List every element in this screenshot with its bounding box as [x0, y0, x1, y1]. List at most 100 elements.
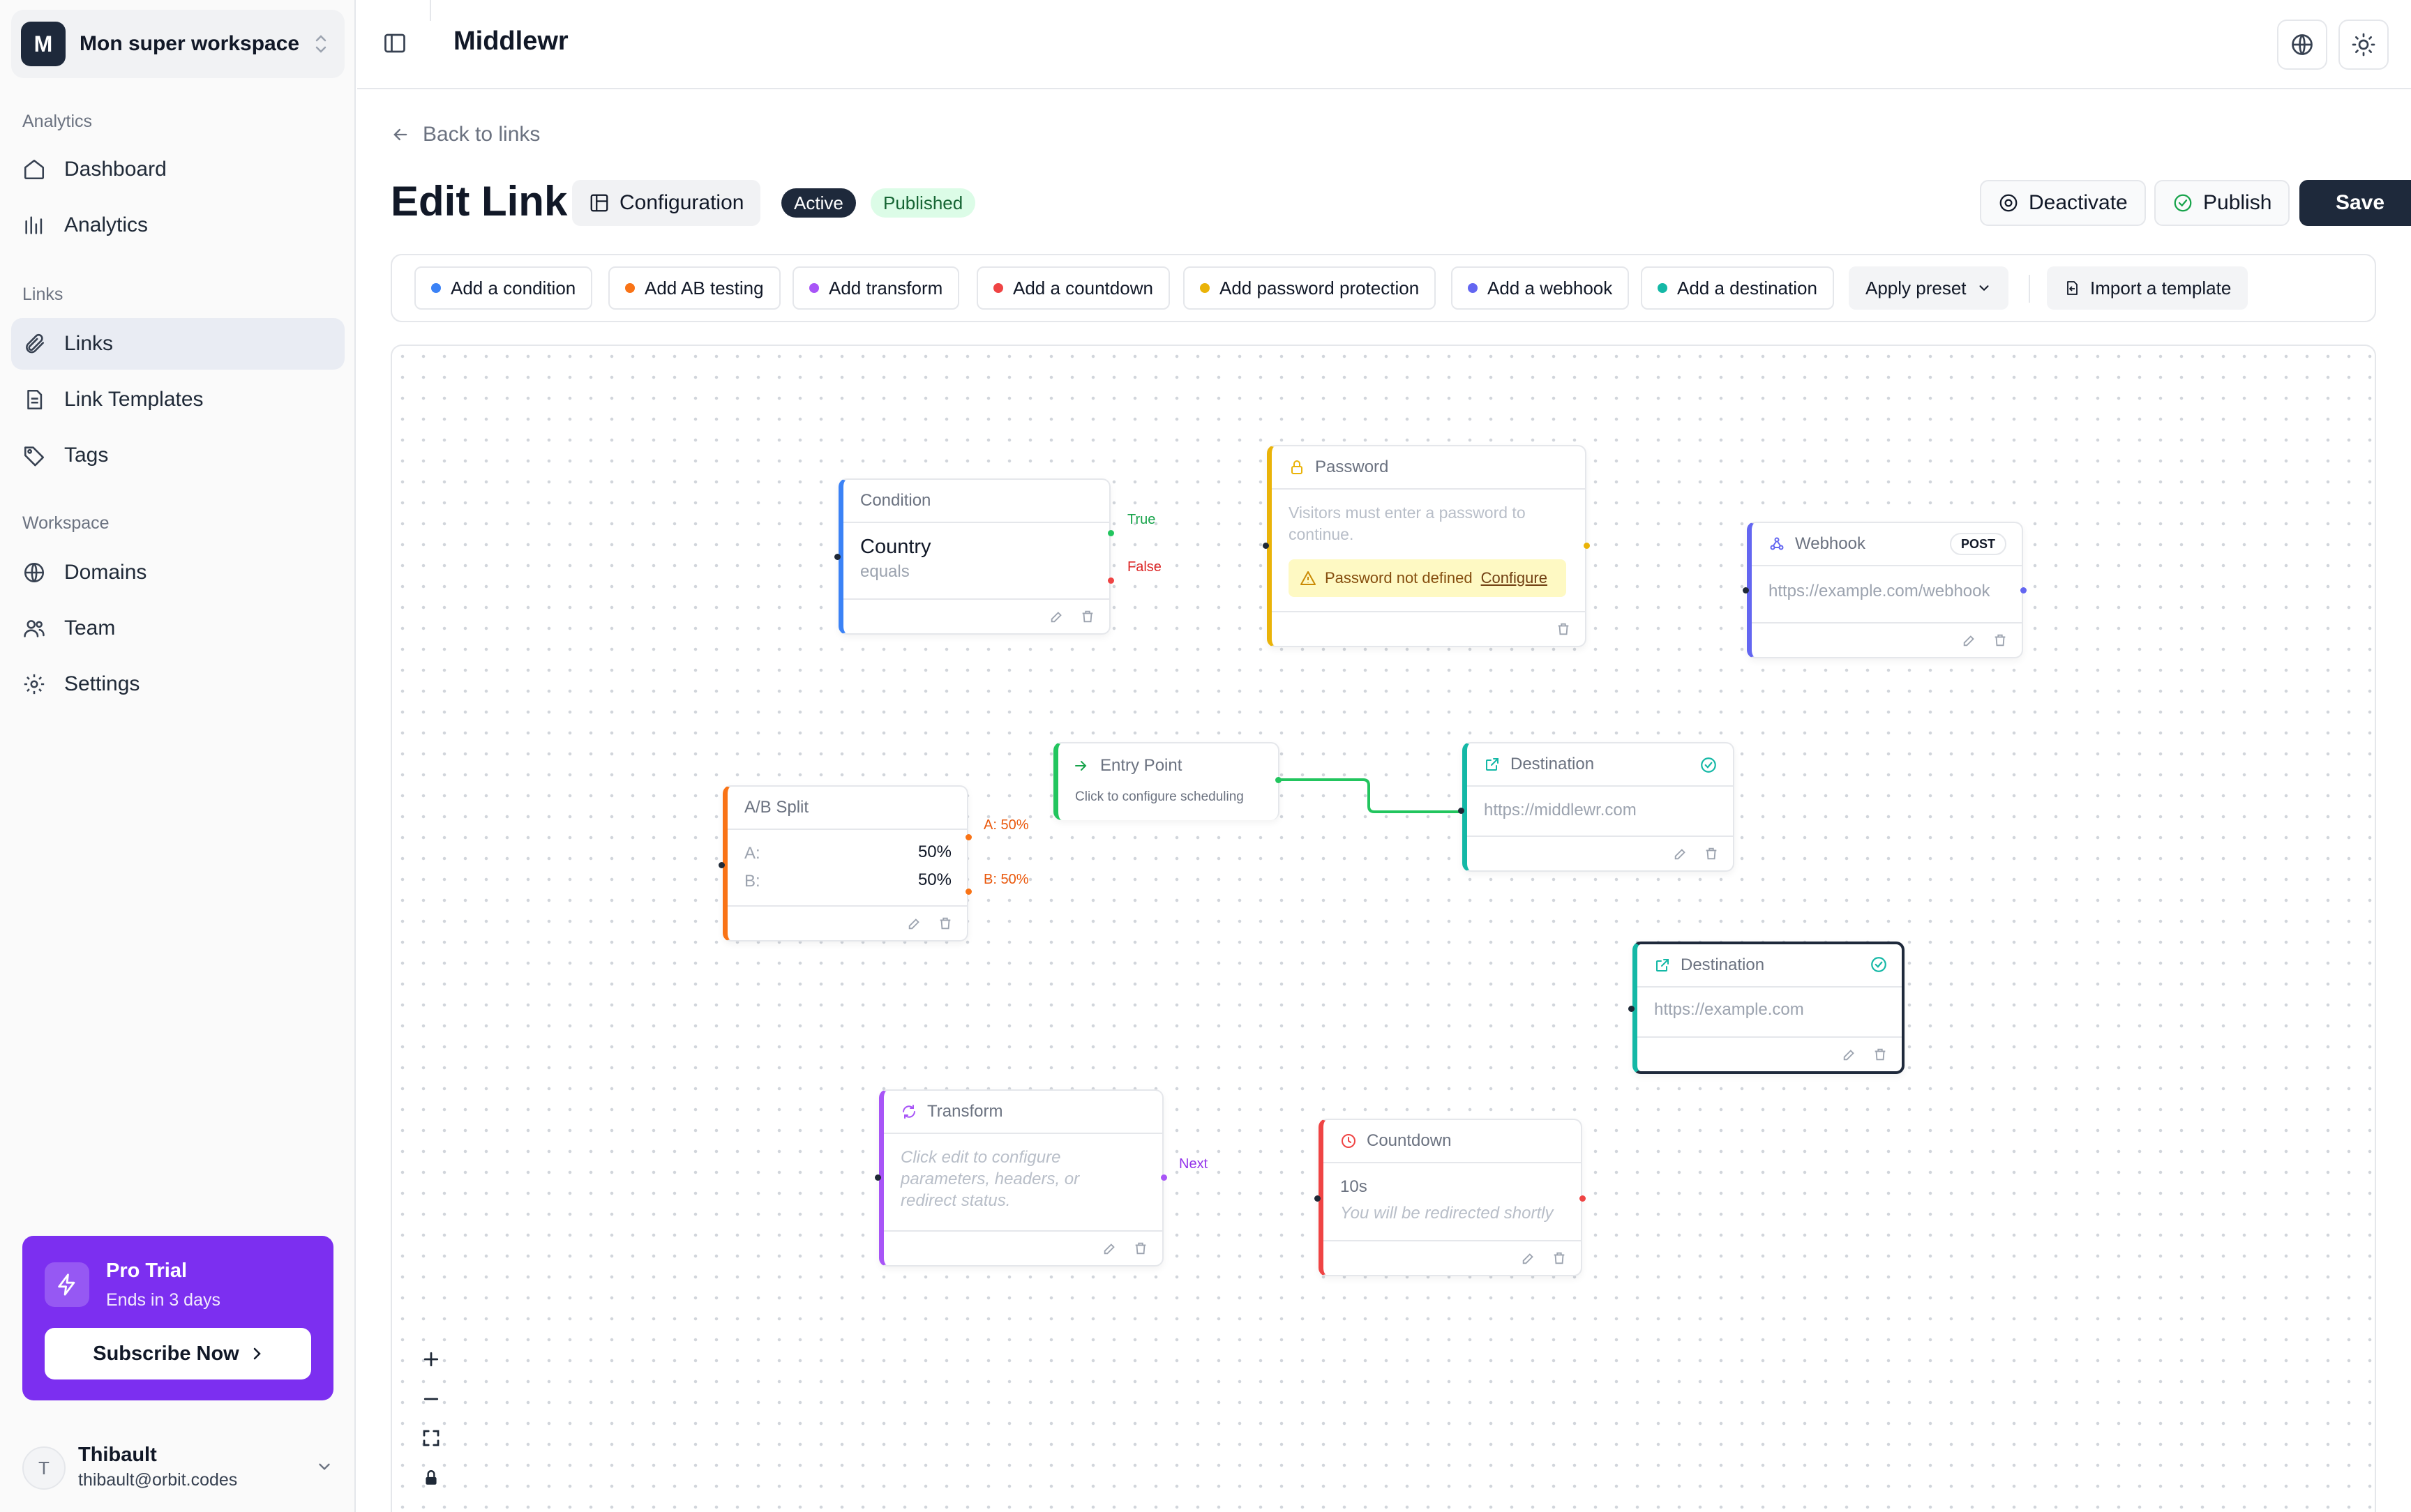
ab-output-a-port[interactable]: [966, 834, 972, 840]
deactivate-button[interactable]: Deactivate: [1980, 180, 2146, 226]
condition-node[interactable]: Condition Country equals: [839, 478, 1111, 635]
destination-node-2[interactable]: Destination https://example.com: [1632, 942, 1905, 1074]
edit-icon[interactable]: [907, 916, 922, 931]
node-header: Condition: [843, 480, 1109, 523]
external-link-icon: [1484, 756, 1501, 773]
password-input-port[interactable]: [1263, 543, 1269, 549]
zoom-out-button[interactable]: [414, 1382, 449, 1416]
flow-canvas[interactable]: Condition Country equals True False Pass…: [391, 345, 2376, 1512]
check-circle-icon: [2172, 192, 2193, 213]
sidebar-item-link-templates[interactable]: Link Templates: [11, 374, 345, 425]
transform-next-port[interactable]: [1161, 1174, 1167, 1181]
node-header: Entry Point: [1072, 756, 1182, 776]
add-transform-button[interactable]: Add transform: [793, 266, 960, 310]
stop-circle-icon: [1998, 192, 2019, 213]
add-password-protection-button[interactable]: Add password protection: [1183, 266, 1436, 310]
section-label-workspace: Workspace: [22, 513, 110, 533]
chevron-down-icon: [315, 1458, 333, 1476]
add-countdown-button[interactable]: Add a countdown: [977, 266, 1170, 310]
edit-icon[interactable]: [1673, 846, 1688, 861]
sidebar-item-domains[interactable]: Domains: [11, 547, 345, 598]
lock-icon[interactable]: [414, 1460, 449, 1495]
add-condition-button[interactable]: Add a condition: [414, 266, 593, 310]
status-badge-active: Active: [781, 188, 856, 218]
trash-icon[interactable]: [1552, 1250, 1567, 1266]
ab-output-b-port[interactable]: [966, 889, 972, 895]
import-template-label: Import a template: [2090, 277, 2232, 298]
sidebar-item-dashboard[interactable]: Dashboard: [11, 144, 345, 195]
trash-icon[interactable]: [938, 916, 953, 931]
add-ab-testing-button[interactable]: Add AB testing: [608, 266, 781, 310]
add-webhook-button[interactable]: Add a webhook: [1451, 266, 1630, 310]
ab-b-label: B:: [744, 872, 760, 891]
countdown-output-port[interactable]: [1579, 1195, 1586, 1202]
sidebar-item-settings[interactable]: Settings: [11, 658, 345, 710]
trash-icon[interactable]: [1556, 621, 1571, 637]
sidebar-item-label: Settings: [64, 672, 140, 695]
webhook-output-port[interactable]: [2020, 587, 2027, 594]
condition-false-port[interactable]: [1108, 577, 1114, 584]
edit-icon[interactable]: [1842, 1047, 1857, 1062]
destination-2-input-port[interactable]: [1628, 1006, 1635, 1012]
apply-preset-dropdown[interactable]: Apply preset: [1849, 266, 2008, 310]
condition-true-port[interactable]: [1108, 530, 1114, 536]
destination-node-1[interactable]: Destination https://middlewr.com: [1462, 742, 1734, 872]
configure-link[interactable]: Configure: [1481, 569, 1547, 587]
node-header: Webhook POST: [1752, 523, 2022, 566]
condition-input-port[interactable]: [834, 554, 841, 560]
password-warning: Password not defined Configure: [1289, 559, 1566, 597]
trash-icon[interactable]: [1872, 1047, 1888, 1062]
tag-icon: [22, 444, 46, 467]
edit-icon[interactable]: [1049, 609, 1065, 624]
sidebar-item-tags[interactable]: Tags: [11, 430, 345, 481]
sidebar-item-team[interactable]: Team: [11, 603, 345, 654]
webhook-node[interactable]: Webhook POST https://example.com/webhook: [1747, 522, 2023, 658]
fit-view-button[interactable]: [414, 1421, 449, 1456]
countdown-node[interactable]: Countdown 10s You will be redirected sho…: [1319, 1119, 1582, 1276]
destination-dot: [1658, 283, 1667, 293]
file-template-icon: [22, 388, 46, 411]
back-to-links-link[interactable]: Back to links: [391, 123, 540, 146]
entry-output-port[interactable]: [1275, 777, 1282, 783]
sidebar-toggle-icon[interactable]: [382, 31, 407, 56]
password-output-port[interactable]: [1584, 543, 1590, 549]
publish-button[interactable]: Publish: [2154, 180, 2290, 226]
edit-icon[interactable]: [1962, 633, 1977, 648]
password-node[interactable]: Password Visitors must enter a password …: [1267, 445, 1586, 647]
language-button[interactable]: [2277, 20, 2327, 70]
node-header: A/B Split: [728, 787, 967, 830]
check-circle-icon: [1870, 955, 1888, 974]
transform-node[interactable]: Transform Click edit to configure parame…: [879, 1089, 1164, 1267]
subscribe-now-button[interactable]: Subscribe Now: [45, 1328, 311, 1379]
method-badge: POST: [1949, 533, 2006, 555]
user-menu[interactable]: T Thibault thibault@orbit.codes: [22, 1442, 333, 1495]
sidebar-item-analytics[interactable]: Analytics: [11, 199, 345, 251]
sidebar-item-label: Analytics: [64, 213, 149, 236]
webhook-input-port[interactable]: [1743, 587, 1749, 594]
save-button[interactable]: Save: [2299, 180, 2411, 226]
ab-split-node[interactable]: A/B Split A: 50% B: 50%: [723, 785, 968, 942]
trash-icon[interactable]: [1080, 609, 1095, 624]
trash-icon[interactable]: [1133, 1241, 1148, 1256]
destination-1-input-port[interactable]: [1458, 808, 1464, 814]
edit-icon[interactable]: [1521, 1250, 1536, 1266]
workspace-switcher[interactable]: M Mon super workspace: [11, 10, 345, 78]
add-destination-button[interactable]: Add a destination: [1641, 266, 1834, 310]
transform-input-port[interactable]: [875, 1174, 881, 1181]
ab-input-port[interactable]: [719, 862, 725, 868]
transform-header-label: Transform: [927, 1102, 1003, 1121]
layout-icon: [589, 192, 610, 213]
configuration-button[interactable]: Configuration: [572, 180, 761, 226]
webhook-url: https://example.com/webhook: [1768, 582, 1990, 600]
trash-icon[interactable]: [1704, 846, 1719, 861]
chevron-right-icon: [250, 1346, 263, 1361]
import-template-button[interactable]: Import a template: [2047, 266, 2248, 310]
entry-point-node[interactable]: Entry Point Click to configure schedulin…: [1053, 742, 1279, 820]
edit-icon[interactable]: [1102, 1241, 1118, 1256]
edge-entry-destination[interactable]: [1278, 778, 1459, 813]
trash-icon[interactable]: [1992, 633, 2008, 648]
countdown-input-port[interactable]: [1314, 1195, 1321, 1202]
sidebar-item-links[interactable]: Links: [11, 318, 345, 370]
theme-toggle-button[interactable]: [2338, 20, 2389, 70]
zoom-in-button[interactable]: [414, 1342, 449, 1377]
